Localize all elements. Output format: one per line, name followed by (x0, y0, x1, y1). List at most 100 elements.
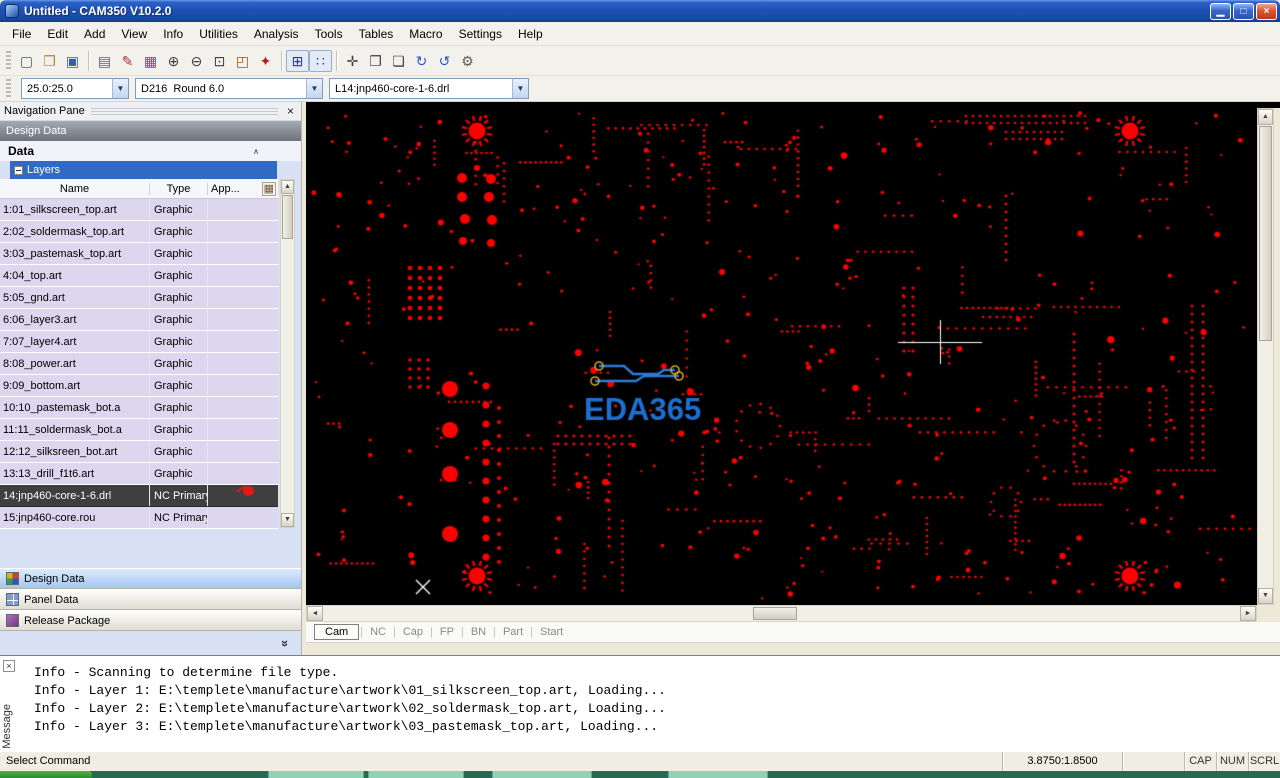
navpane-grip[interactable] (90, 107, 278, 115)
taskbar-button[interactable] (492, 771, 592, 778)
chevron-down-icon[interactable]: ▼ (306, 79, 322, 98)
copy-icon[interactable]: ❐ (364, 50, 387, 72)
configure-buttons-chevron-icon[interactable]: » (278, 639, 293, 646)
layer-row[interactable]: 4:04_top.art Graphic (0, 265, 278, 287)
save-icon[interactable]: ▣ (61, 50, 84, 72)
layer-row[interactable]: 13:13_drill_f1t6.art Graphic (0, 463, 278, 485)
layer-row[interactable]: 14:jnp460-core-1-6.drl NC Primary (0, 485, 278, 507)
table-scrollbar[interactable]: ▲ ▼ (280, 179, 295, 528)
canvas-hscrollbar[interactable]: ◄ ► (306, 605, 1257, 622)
active-layer-select[interactable]: L14:jnp460-core-1-6.drl ▼ (329, 78, 529, 99)
scroll-left-icon[interactable]: ◄ (307, 606, 323, 621)
layer-row[interactable]: 5:05_gnd.art Graphic (0, 287, 278, 309)
snap-grid-icon[interactable]: ⊞ (286, 49, 309, 72)
taskbar-button[interactable] (668, 771, 768, 778)
tab-start[interactable]: Start (534, 625, 569, 639)
taskbar-button[interactable] (268, 771, 364, 778)
menu-add[interactable]: Add (76, 24, 113, 44)
scroll-track[interactable] (1258, 342, 1273, 588)
open-file-icon[interactable]: ❒ (38, 50, 61, 72)
settings-icon[interactable]: ⚙ (456, 50, 479, 72)
scroll-right-icon[interactable]: ► (1240, 606, 1256, 621)
canvas-vscrollbar[interactable]: ▲ ▼ (1257, 108, 1274, 605)
navpane-button-design-data[interactable]: Design Data (0, 568, 301, 589)
layer-row[interactable]: 2:02_soldermask_top.art Graphic (0, 221, 278, 243)
new-file-icon[interactable]: ▢ (15, 50, 38, 72)
collapse-box-icon[interactable] (14, 165, 23, 175)
menu-tools[interactable]: Tools (307, 24, 351, 44)
dot-grid-icon[interactable]: ∷ (309, 49, 332, 72)
navpane-button-panel-data[interactable]: Panel Data (0, 589, 301, 610)
tab-cap[interactable]: Cap (397, 625, 429, 639)
taskbar-button[interactable] (368, 771, 464, 778)
grid-select[interactable]: 25.0:25.0 ▼ (21, 78, 129, 99)
column-header-name[interactable]: Name (0, 182, 150, 195)
flash-icon[interactable]: ✦ (254, 50, 277, 72)
windows-taskbar[interactable] (0, 771, 1280, 778)
layer-row[interactable]: 10:10_pastemask_bot.a Graphic (0, 397, 278, 419)
tab-fp[interactable]: FP (434, 625, 460, 639)
zoom-window-icon[interactable]: ⊡ (208, 50, 231, 72)
layer-row[interactable]: 8:08_power.art Graphic (0, 353, 278, 375)
chevron-down-icon[interactable]: ▼ (512, 79, 528, 98)
redline-icon[interactable]: ✎ (116, 50, 139, 72)
tab-bn[interactable]: BN (465, 625, 492, 639)
scroll-down-icon[interactable]: ▼ (281, 513, 294, 527)
layer-row[interactable]: 3:03_pastemask_top.art Graphic (0, 243, 278, 265)
column-header-app[interactable]: App... ▦ (208, 181, 278, 196)
layer-row[interactable]: 1:01_silkscreen_top.art Graphic (0, 199, 278, 221)
navpane-button-release-package[interactable]: Release Package (0, 610, 301, 631)
layer-row[interactable]: 11:11_soldermask_bot.a Graphic (0, 419, 278, 441)
menu-file[interactable]: File (4, 24, 39, 44)
table-settings-icon[interactable]: ▦ (261, 181, 276, 196)
scroll-thumb[interactable] (1259, 126, 1272, 341)
menu-utilities[interactable]: Utilities (191, 24, 246, 44)
film-box-icon[interactable]: ▦ (139, 50, 162, 72)
toolbar-grip[interactable] (6, 50, 11, 71)
start-button[interactable] (0, 771, 92, 778)
scroll-up-icon[interactable]: ▲ (281, 180, 294, 194)
titlebar[interactable]: Untitled - CAM350 V10.2.0 ▁ □ × (0, 0, 1280, 22)
print-icon[interactable]: ▤ (93, 50, 116, 72)
collapse-chevron-icon[interactable]: ∧ (253, 147, 259, 156)
menu-settings[interactable]: Settings (451, 24, 510, 44)
column-header-type[interactable]: Type (150, 182, 208, 195)
layer-row[interactable]: 12:12_silksreen_bot.art Graphic (0, 441, 278, 463)
navpane-close-icon[interactable]: × (284, 104, 297, 118)
chevron-down-icon[interactable]: ▼ (112, 79, 128, 98)
menu-macro[interactable]: Macro (401, 24, 450, 44)
layer-row[interactable]: 9:09_bottom.art Graphic (0, 375, 278, 397)
scroll-thumb[interactable] (282, 195, 293, 239)
menu-view[interactable]: View (113, 24, 155, 44)
dcode-table-icon[interactable]: ◰ (231, 50, 254, 72)
scroll-track[interactable] (281, 240, 294, 513)
dcode-select[interactable]: D216 Round 6.0 ▼ (135, 78, 323, 99)
close-icon[interactable]: × (3, 660, 15, 672)
pan-icon[interactable]: ✛ (341, 50, 364, 72)
close-button[interactable]: × (1256, 2, 1277, 20)
tab-part[interactable]: Part (497, 625, 529, 639)
rotate-icon[interactable]: ↻ (410, 50, 433, 72)
tab-nc[interactable]: NC (364, 625, 392, 639)
menu-tables[interactable]: Tables (351, 24, 402, 44)
paste-icon[interactable]: ❏ (387, 50, 410, 72)
layer-row[interactable]: 6:06_layer3.art Graphic (0, 309, 278, 331)
undo-icon[interactable]: ↺ (433, 50, 456, 72)
zoom-in-icon[interactable]: ⊕ (162, 50, 185, 72)
scroll-thumb[interactable] (753, 607, 797, 620)
scroll-up-icon[interactable]: ▲ (1258, 109, 1273, 125)
tree-item-layers[interactable]: Layers (10, 161, 277, 179)
menu-info[interactable]: Info (155, 24, 191, 44)
menu-help[interactable]: Help (510, 24, 551, 44)
menu-edit[interactable]: Edit (39, 24, 76, 44)
minimize-button[interactable]: ▁ (1210, 2, 1231, 20)
zoom-out-icon[interactable]: ⊖ (185, 50, 208, 72)
layer-row[interactable]: 7:07_layer4.art Graphic (0, 331, 278, 353)
tab-cam[interactable]: Cam (314, 624, 360, 640)
combobar-grip[interactable] (6, 78, 11, 99)
layer-row[interactable]: 15:jnp460-core.rou NC Primary (0, 507, 278, 529)
navpane-titlebar[interactable]: Navigation Pane × (0, 102, 301, 121)
maximize-button[interactable]: □ (1233, 2, 1254, 20)
menu-analysis[interactable]: Analysis (246, 24, 307, 44)
scroll-down-icon[interactable]: ▼ (1258, 588, 1273, 604)
